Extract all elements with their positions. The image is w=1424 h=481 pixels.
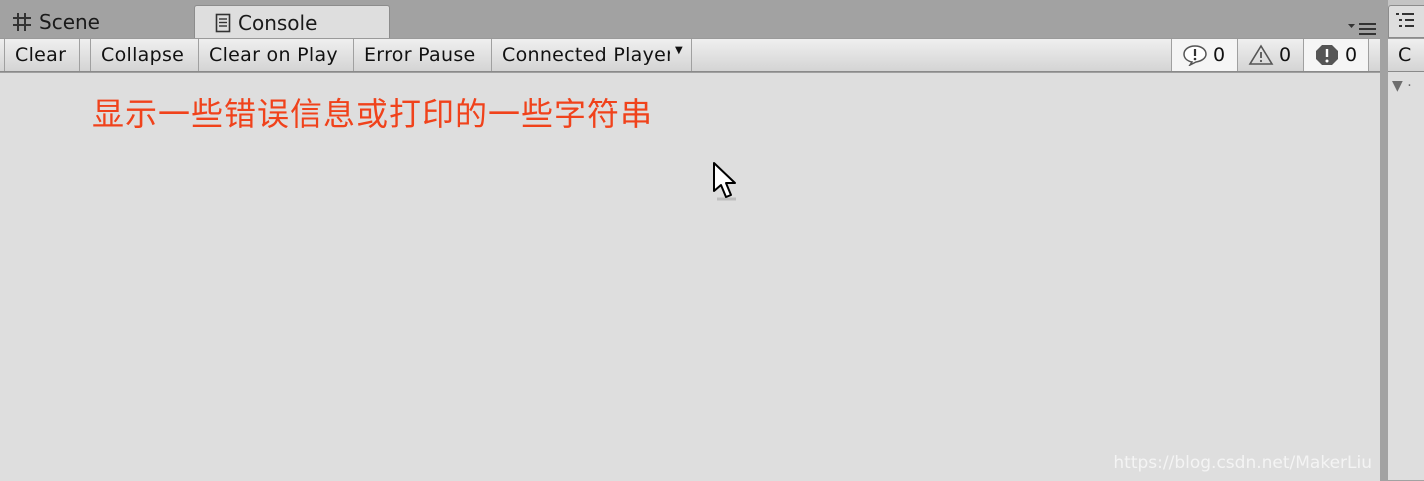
console-log-area[interactable]: 显示一些错误信息或打印的一些字符串 https://blog.csdn.net/…: [0, 72, 1380, 481]
grid-icon: [12, 12, 32, 32]
clear-button[interactable]: Clear: [5, 39, 80, 71]
tab-console-label: Console: [238, 10, 318, 35]
right-panel-toolbar-label: C: [1398, 44, 1412, 66]
tab-strip: Scene Console: [0, 0, 1382, 39]
right-panel-create-button[interactable]: C: [1388, 38, 1424, 72]
mouse-cursor-icon: [712, 161, 740, 207]
console-icon: [215, 13, 231, 33]
error-icon: [1314, 43, 1340, 67]
tab-scene-label: Scene: [39, 9, 100, 34]
hierarchy-icon: [1395, 11, 1415, 33]
info-count-toggle[interactable]: 0: [1171, 39, 1237, 71]
expand-arrow-icon[interactable]: ▼ ·: [1392, 78, 1412, 94]
clear-on-play-toggle[interactable]: Clear on Play: [199, 39, 354, 71]
info-count: 0: [1213, 44, 1226, 66]
info-icon: [1182, 44, 1208, 66]
warning-count-toggle[interactable]: 0: [1237, 39, 1303, 71]
error-count: 0: [1345, 44, 1358, 66]
right-panel-tab[interactable]: [1388, 5, 1424, 38]
watermark: https://blog.csdn.net/MakerLiu: [1113, 453, 1372, 473]
right-panel-body: ▼ ·: [1388, 72, 1424, 480]
panel-menu-icon[interactable]: [1348, 20, 1378, 39]
error-count-toggle[interactable]: 0: [1303, 39, 1369, 71]
annotation-text: 显示一些错误信息或打印的一些字符串: [92, 95, 654, 133]
connected-player-dropdown[interactable]: Connected Player ▼: [492, 39, 692, 71]
collapse-toggle[interactable]: Collapse: [90, 39, 199, 71]
tab-scene[interactable]: Scene: [0, 5, 190, 38]
warning-icon: [1248, 44, 1274, 66]
right-panel: C ▼ ·: [1388, 0, 1424, 480]
panel-splitter[interactable]: [1380, 0, 1388, 480]
connected-player-label: Connected Player: [502, 44, 670, 66]
dropdown-arrow-icon: ▼: [675, 45, 683, 56]
tab-console[interactable]: Console: [194, 5, 390, 39]
warning-count: 0: [1279, 44, 1292, 66]
error-pause-toggle[interactable]: Error Pause: [354, 39, 492, 71]
console-toolbar: Clear Collapse Clear on Play Error Pause…: [0, 38, 1382, 72]
